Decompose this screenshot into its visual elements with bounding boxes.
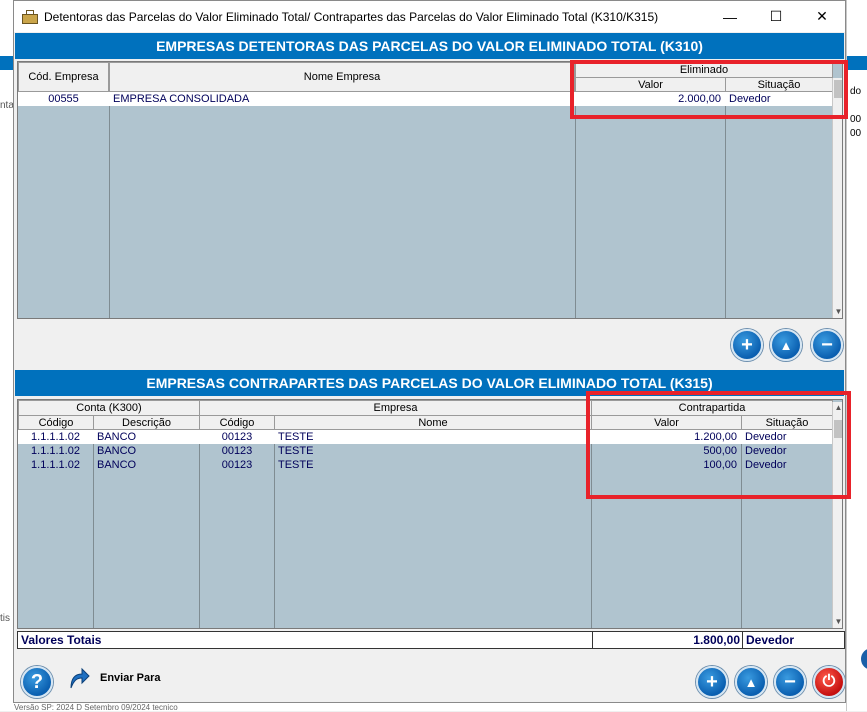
- help-button[interactable]: ?: [21, 666, 53, 698]
- cell-situacao: Devedor: [729, 93, 771, 105]
- k315-up-button[interactable]: ▲: [735, 666, 767, 698]
- send-arrow-icon: [70, 667, 90, 689]
- app-icon: [22, 9, 38, 24]
- col-header-valor[interactable]: Valor: [575, 77, 726, 92]
- k310-grid[interactable]: Cód. Empresa Nome Empresa Eliminado Valo…: [17, 61, 843, 319]
- scroll-down-arrow-icon[interactable]: ▼: [833, 616, 842, 628]
- k315-add-button[interactable]: +: [696, 666, 728, 698]
- table-row[interactable]: 1.1.1.1.02 BANCO 00123 TESTE 500,00 Deve…: [18, 444, 833, 458]
- col-header-empresa: Empresa: [199, 400, 592, 416]
- col-header-situacao[interactable]: Situação: [741, 415, 833, 430]
- cell-valor: 100,00: [703, 459, 737, 471]
- col-header-empresa-codigo[interactable]: Código: [199, 415, 275, 430]
- totals-situacao: Devedor: [742, 632, 834, 648]
- title-bar[interactable]: Detentoras das Parcelas do Valor Elimina…: [14, 1, 845, 32]
- col-header-cod-empresa[interactable]: Cód. Empresa: [18, 62, 109, 92]
- totals-valor: 1.800,00: [592, 632, 740, 648]
- k315-remove-button[interactable]: −: [774, 666, 806, 698]
- col-header-codigo[interactable]: Código: [18, 415, 94, 430]
- cell-situacao: Devedor: [745, 445, 787, 457]
- totals-row: Valores Totais 1.800,00 Devedor: [17, 631, 845, 649]
- cell-conta-codigo: 1.1.1.1.02: [31, 445, 80, 457]
- cell-situacao: Devedor: [745, 459, 787, 471]
- cell-valor: 1.200,00: [694, 431, 737, 443]
- cell-nome: TESTE: [278, 445, 314, 457]
- scrollbar-thumb[interactable]: [834, 420, 842, 438]
- k310-up-button[interactable]: ▲: [770, 329, 802, 361]
- background-left-strip: nta tis: [0, 0, 14, 711]
- col-header-eliminado: Eliminado: [575, 62, 833, 78]
- k310-section-header: EMPRESAS DETENTORAS DAS PARCELAS DO VALO…: [15, 33, 844, 59]
- cell-valor: 500,00: [703, 445, 737, 457]
- cell-cod-empresa: 00555: [48, 93, 79, 105]
- cell-descricao: BANCO: [97, 431, 137, 443]
- scroll-up-arrow-icon[interactable]: ▲: [833, 402, 842, 414]
- background-right-text: 00: [850, 114, 862, 125]
- maximize-button[interactable]: ☐: [753, 1, 799, 32]
- cell-nome-empresa: EMPRESA CONSOLIDADA: [113, 93, 250, 105]
- k315-grid[interactable]: Conta (K300) Empresa Contrapartida Códig…: [17, 399, 843, 629]
- power-button[interactable]: ⏻: [813, 666, 845, 698]
- col-header-nome[interactable]: Nome: [274, 415, 592, 430]
- table-row[interactable]: 00555 EMPRESA CONSOLIDADA 2.000,00 Deved…: [18, 92, 833, 106]
- background-right-bar: [847, 56, 867, 70]
- cell-situacao: Devedor: [745, 431, 787, 443]
- col-header-descricao[interactable]: Descrição: [93, 415, 200, 430]
- window-title: Detentoras das Parcelas do Valor Elimina…: [44, 9, 659, 24]
- cell-conta-codigo: 1.1.1.1.02: [31, 431, 80, 443]
- col-header-contrapartida: Contrapartida: [591, 400, 833, 416]
- background-left-text: tis: [0, 613, 10, 624]
- background-left-bar: [0, 56, 14, 70]
- cell-nome: TESTE: [278, 459, 314, 471]
- cell-valor: 2.000,00: [678, 93, 721, 105]
- col-header-situacao[interactable]: Situação: [725, 77, 833, 92]
- background-left-text: nta: [0, 100, 14, 111]
- table-row[interactable]: 1.1.1.1.02 BANCO 00123 TESTE 1.200,00 De…: [18, 430, 833, 444]
- scrollbar-thumb[interactable]: [834, 80, 842, 98]
- totals-label: Valores Totais: [21, 633, 102, 647]
- background-right-text: 00: [850, 128, 862, 139]
- close-button[interactable]: ✕: [799, 1, 845, 32]
- cell-empresa-codigo: 00123: [221, 431, 253, 443]
- k310-k315-dialog: Detentoras das Parcelas do Valor Elimina…: [13, 0, 851, 703]
- send-to-label: Enviar Para: [100, 672, 161, 684]
- k315-section-header: EMPRESAS CONTRAPARTES DAS PARCELAS DO VA…: [15, 370, 844, 396]
- background-status-text: Versão SP: 2024 D Setembro 09/2024 tecni…: [14, 703, 846, 712]
- send-to-button[interactable]: Enviar Para: [68, 667, 161, 689]
- col-header-conta: Conta (K300): [18, 400, 200, 416]
- col-header-valor[interactable]: Valor: [591, 415, 742, 430]
- k310-add-button[interactable]: +: [731, 329, 763, 361]
- k310-vertical-scrollbar[interactable]: ▼: [832, 78, 842, 318]
- cell-empresa-codigo: 00123: [221, 459, 253, 471]
- cell-nome: TESTE: [278, 431, 314, 443]
- background-button: [861, 648, 867, 670]
- cell-conta-codigo: 1.1.1.1.02: [31, 459, 80, 471]
- scroll-down-arrow-icon[interactable]: ▼: [833, 306, 842, 318]
- background-right-strip: do 00 00: [846, 0, 867, 711]
- cell-descricao: BANCO: [97, 459, 137, 471]
- table-row[interactable]: 1.1.1.1.02 BANCO 00123 TESTE 100,00 Deve…: [18, 458, 833, 472]
- background-right-text: do: [850, 86, 862, 97]
- minimize-button[interactable]: —: [707, 1, 753, 32]
- cell-descricao: BANCO: [97, 445, 137, 457]
- cell-empresa-codigo: 00123: [221, 445, 253, 457]
- k315-vertical-scrollbar[interactable]: ▲ ▼: [832, 402, 842, 628]
- col-header-nome-empresa[interactable]: Nome Empresa: [109, 62, 575, 92]
- k310-remove-button[interactable]: −: [811, 329, 843, 361]
